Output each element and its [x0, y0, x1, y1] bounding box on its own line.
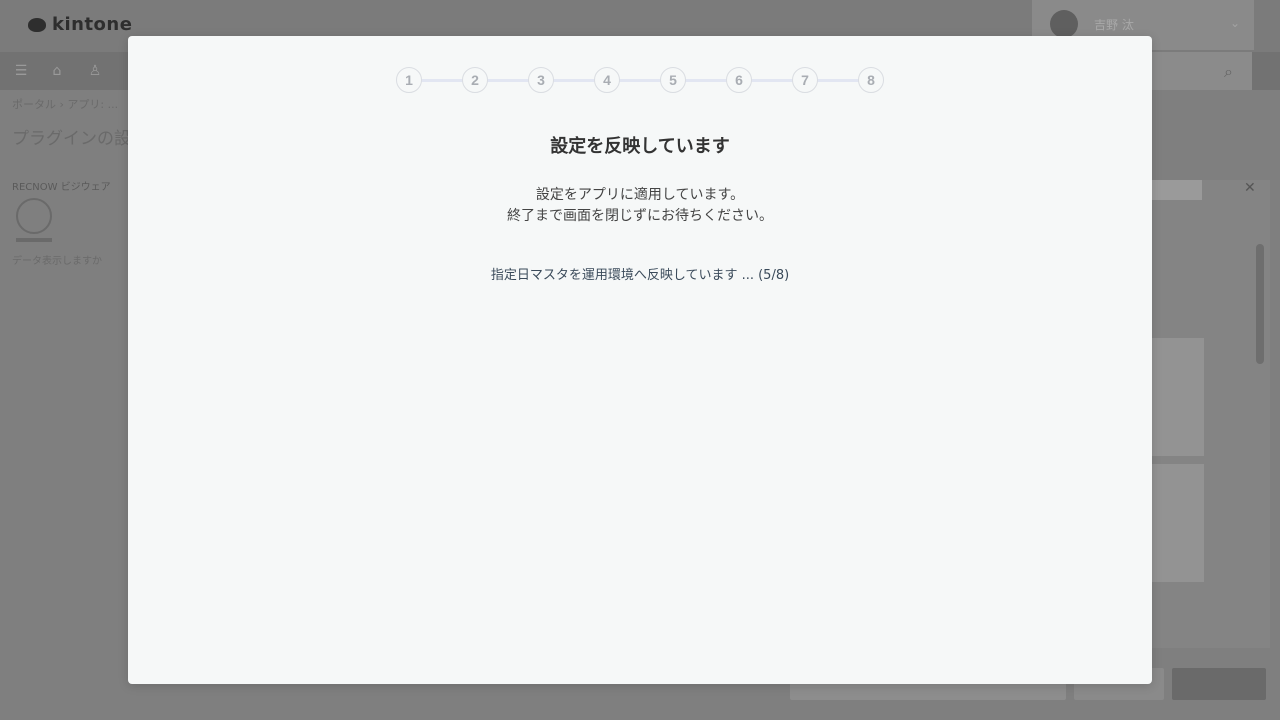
- dialog-message-line1: 設定をアプリに適用しています。: [535, 187, 745, 203]
- save-button[interactable]: [1172, 668, 1266, 700]
- chevron-down-icon: ⌄: [1229, 16, 1240, 30]
- user-name: 吉野 汰: [1094, 18, 1134, 32]
- avatar: [1050, 10, 1078, 38]
- step-1: 1: [396, 67, 422, 93]
- side-panel-tab[interactable]: [1152, 180, 1202, 200]
- logo-text: kintone: [52, 14, 133, 35]
- progress-dialog: 1 2 3 4 5 6 7 8 設定を反映しています 設定をアプリに適用しています。 終了まで…: [128, 36, 1152, 684]
- section-label: RECNOW ビジウェア: [12, 182, 111, 193]
- step-7: 7: [792, 67, 818, 93]
- menu-icon[interactable]: ☰: [12, 62, 30, 80]
- scrollbar[interactable]: [1256, 244, 1264, 364]
- side-card: [1152, 338, 1204, 456]
- step-6: 6: [726, 67, 752, 93]
- plugin-note: データ表示しますか: [12, 256, 102, 267]
- step-3: 3: [528, 67, 554, 93]
- plugin-icon-label: [16, 238, 52, 242]
- dialog-message-line2: 終了まで画面を閉じずにお待ちください。: [507, 208, 773, 224]
- step-2: 2: [462, 67, 488, 93]
- dialog-title: 設定を反映しています: [550, 136, 730, 157]
- step-indicator: 1 2 3 4 5 6 7 8: [396, 67, 884, 95]
- close-icon[interactable]: ✕: [1244, 180, 1256, 196]
- side-card: [1152, 464, 1204, 582]
- step-4: 4: [594, 67, 620, 93]
- kintone-logo-icon: [28, 17, 46, 32]
- progress-status-text: 指定日マスタを運用環境へ反映しています ... (5/8): [490, 268, 790, 283]
- breadcrumb: ポータル › アプリ: ...: [12, 98, 119, 111]
- step-5: 5: [660, 67, 686, 93]
- kintone-logo: kintone: [28, 14, 132, 35]
- step-8: 8: [858, 67, 884, 93]
- home-icon[interactable]: ⌂: [48, 62, 66, 80]
- plugin-icon: [16, 198, 52, 234]
- search-icon[interactable]: ⌕: [1224, 62, 1244, 82]
- people-icon[interactable]: ♙: [86, 62, 104, 80]
